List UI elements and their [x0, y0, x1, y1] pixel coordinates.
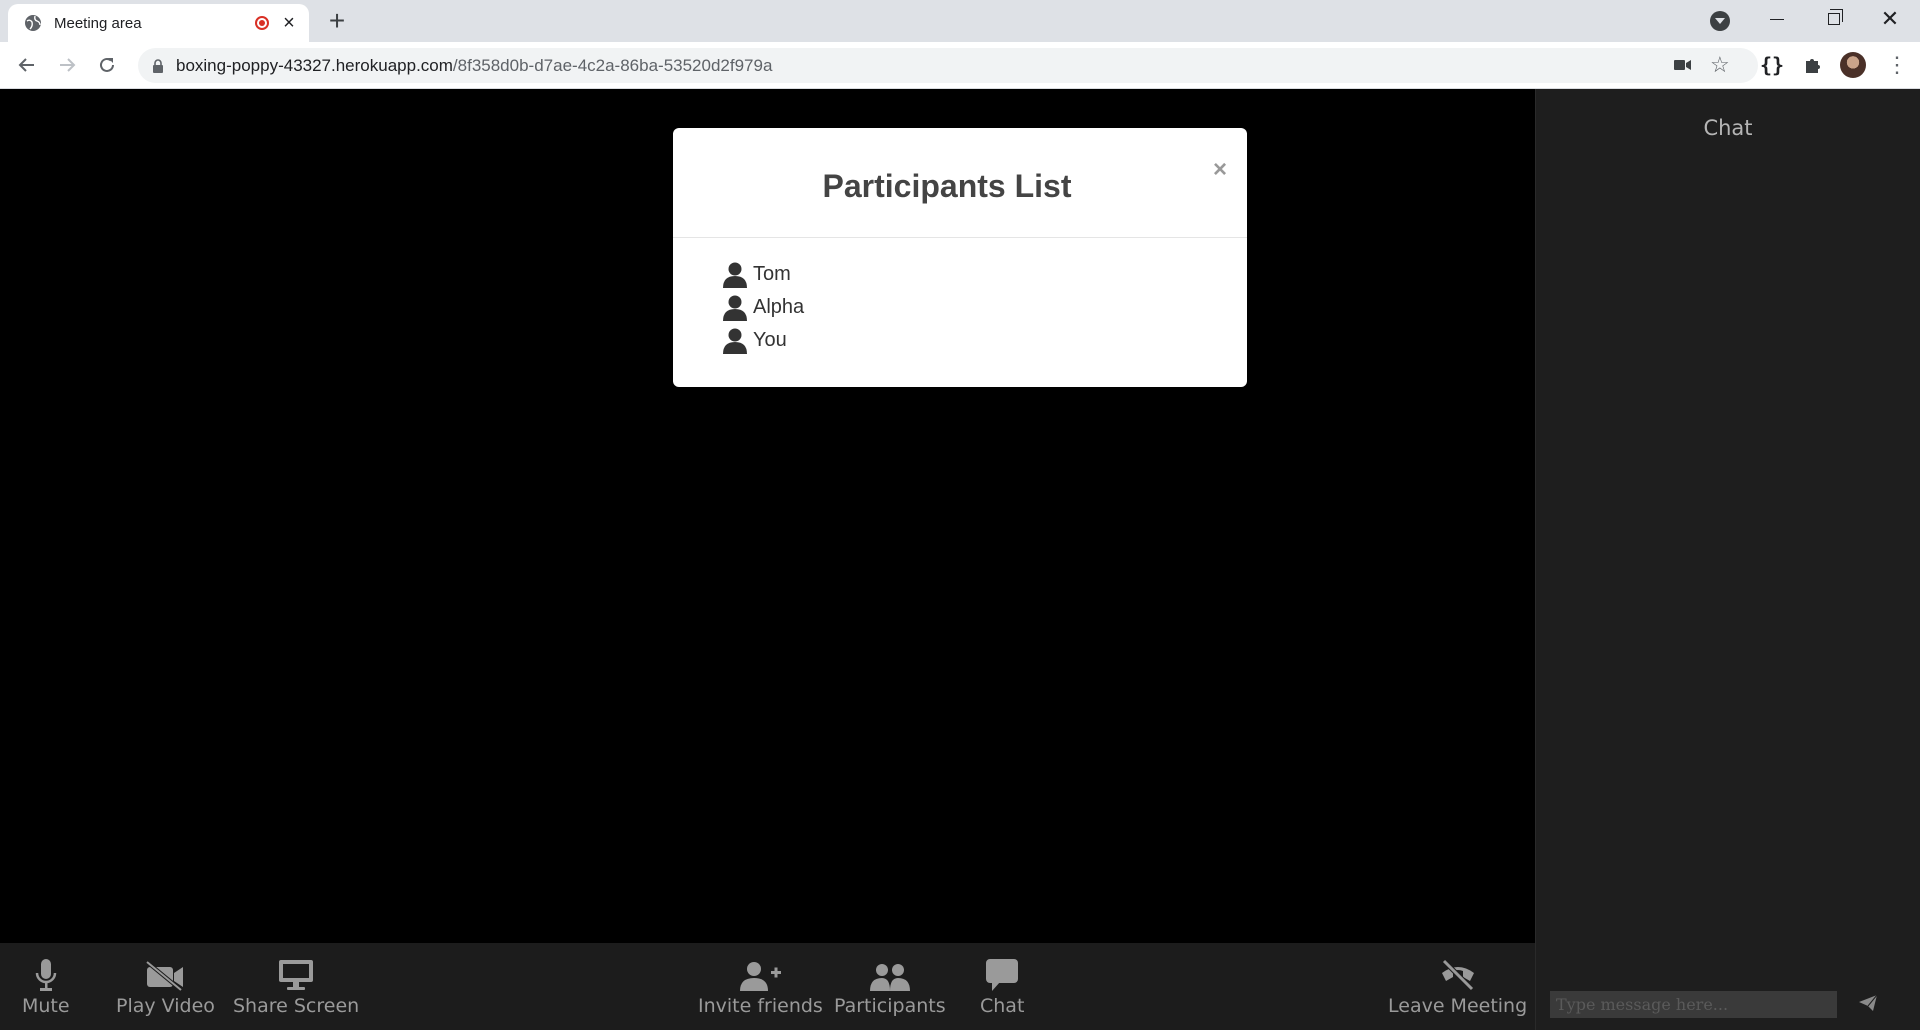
recording-indicator-icon — [255, 16, 269, 30]
chat-panel: Chat — [1535, 89, 1920, 1030]
users-icon — [869, 964, 910, 991]
bookmark-star-icon[interactable]: ☆ — [1710, 52, 1730, 78]
participant-item: You — [723, 324, 1247, 357]
meeting-controls-bar: Mute Play Video Share Screen Invite frie… — [0, 943, 1535, 1030]
microphone-icon — [35, 959, 57, 991]
user-plus-icon — [740, 962, 782, 991]
participant-item: Alpha — [723, 291, 1247, 324]
modal-close-icon[interactable]: × — [1213, 156, 1227, 184]
participant-name: Tom — [753, 263, 791, 285]
mute-button[interactable]: Mute — [22, 957, 70, 1017]
mute-label: Mute — [22, 995, 70, 1017]
share-screen-button[interactable]: Share Screen — [233, 957, 359, 1017]
chat-bubble-icon — [986, 959, 1019, 991]
browser-toolbar: boxing-poppy-43327.herokuapp.com/8f358d0… — [0, 42, 1920, 89]
invite-friends-button[interactable]: Invite friends — [698, 957, 823, 1017]
participant-item: Tom — [723, 258, 1247, 291]
modal-title: Participants List — [822, 168, 1072, 204]
play-video-label: Play Video — [116, 995, 215, 1017]
participants-modal: Participants List × Tom Alpha You — [673, 128, 1247, 387]
chat-message-input[interactable] — [1550, 991, 1837, 1018]
monitor-icon — [279, 960, 314, 990]
send-icon[interactable] — [1858, 994, 1878, 1012]
participants-label: Participants — [834, 995, 946, 1017]
camera-in-use-icon[interactable] — [1674, 58, 1692, 72]
play-video-button[interactable]: Play Video — [116, 957, 215, 1017]
close-window-button[interactable]: ✕ — [1862, 0, 1918, 38]
share-screen-label: Share Screen — [233, 995, 360, 1017]
address-bar[interactable]: boxing-poppy-43327.herokuapp.com/8f358d0… — [138, 48, 1758, 83]
restore-button[interactable] — [1806, 0, 1862, 38]
reload-icon[interactable] — [92, 50, 122, 80]
restore-icon — [1828, 9, 1843, 25]
url-path: /8f358d0b-d7ae-4c2a-86ba-53520d2f979a — [452, 55, 773, 75]
back-arrow-icon[interactable] — [12, 50, 42, 80]
browser-menu-icon[interactable]: ⋮ — [1886, 52, 1908, 78]
user-icon — [723, 295, 747, 321]
participants-list: Tom Alpha You — [673, 238, 1247, 357]
tab-title: Meeting area — [54, 14, 142, 32]
lock-icon — [153, 58, 163, 73]
url-text: boxing-poppy-43327.herokuapp.com/8f358d0… — [176, 56, 772, 76]
json-extension-icon[interactable]: {} — [1760, 53, 1784, 77]
chat-button[interactable]: Chat — [980, 957, 1024, 1017]
minimize-icon — [1770, 18, 1784, 20]
forward-arrow-icon[interactable] — [52, 50, 82, 80]
participant-name: Alpha — [753, 296, 805, 318]
phone-slash-icon — [1441, 959, 1474, 991]
participants-button[interactable]: Participants — [834, 957, 946, 1017]
leave-meeting-button[interactable]: Leave Meeting — [1388, 957, 1527, 1017]
profile-avatar[interactable] — [1840, 52, 1866, 78]
url-host: boxing-poppy-43327.herokuapp.com — [176, 55, 453, 75]
close-tab-icon[interactable]: × — [279, 12, 299, 35]
chat-label: Chat — [980, 995, 1025, 1017]
modal-header: Participants List × — [673, 128, 1247, 238]
leave-meeting-label: Leave Meeting — [1388, 995, 1528, 1017]
browser-tab[interactable]: Meeting area × — [8, 4, 309, 42]
minimize-button[interactable] — [1749, 0, 1805, 38]
globe-icon — [25, 15, 41, 31]
extensions-puzzle-icon[interactable] — [1803, 55, 1823, 75]
video-off-icon — [146, 961, 184, 991]
user-icon — [723, 262, 747, 288]
tab-search-icon[interactable] — [1710, 11, 1730, 31]
invite-friends-label: Invite friends — [698, 995, 823, 1017]
chat-title: Chat — [1703, 116, 1753, 140]
browser-tab-strip: Meeting area × + ✕ — [0, 0, 1920, 42]
user-icon — [723, 328, 747, 354]
new-tab-button[interactable]: + — [322, 6, 352, 36]
participant-name: You — [753, 329, 787, 351]
